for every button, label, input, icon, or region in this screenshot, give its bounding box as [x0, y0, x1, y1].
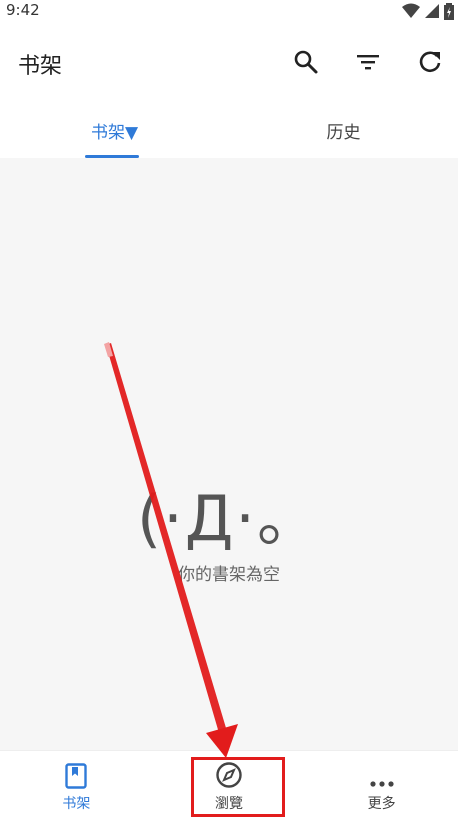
- refresh-button[interactable]: [414, 46, 446, 78]
- tab-bookshelf-label: 书架▼: [90, 122, 139, 143]
- status-bar: 9:42: [0, 0, 458, 22]
- nav-browse-label: 瀏覽: [215, 796, 243, 812]
- tab-history[interactable]: 历史: [229, 102, 458, 158]
- nav-item-bookshelf[interactable]: 书架: [0, 751, 153, 821]
- battery-icon: [444, 2, 454, 20]
- bookmark-book-icon: [65, 763, 88, 789]
- status-icons: [402, 2, 454, 20]
- nav-more-icon-wrap: [369, 759, 395, 789]
- nav-browse-icon-wrap: [215, 759, 243, 789]
- wifi-icon: [402, 3, 420, 18]
- search-button[interactable]: [290, 46, 322, 78]
- nav-more-label: 更多: [367, 796, 396, 812]
- refresh-icon: [419, 51, 441, 73]
- bottom-nav: 书架 瀏覽 更多: [0, 750, 458, 821]
- nav-bookshelf-label: 书架: [62, 796, 91, 812]
- nav-item-browse[interactable]: 瀏覽: [153, 751, 306, 821]
- tab-bar: 书架▼ 历史: [0, 102, 458, 158]
- nav-bookshelf-icon-wrap: [65, 759, 88, 789]
- tab-bookshelf[interactable]: 书架▼: [0, 102, 229, 158]
- app-actions: [290, 46, 446, 78]
- bookshelf-content: (·Д·。 你的書架為空: [0, 158, 458, 750]
- more-dots-icon: [370, 781, 394, 787]
- tab-history-label: 历史: [326, 122, 361, 143]
- compass-icon: [216, 762, 242, 788]
- page-title: 书架: [18, 54, 63, 79]
- empty-state-message: 你的書架為空: [178, 565, 280, 585]
- empty-state-face: (·Д·。: [136, 482, 322, 555]
- filter-button[interactable]: [352, 46, 384, 78]
- nav-item-more[interactable]: 更多: [305, 751, 458, 821]
- app-bar: 书架: [0, 22, 458, 102]
- signal-icon: [425, 4, 439, 18]
- status-time: 9:42: [6, 1, 40, 19]
- filter-icon: [357, 55, 379, 70]
- search-icon: [294, 50, 318, 74]
